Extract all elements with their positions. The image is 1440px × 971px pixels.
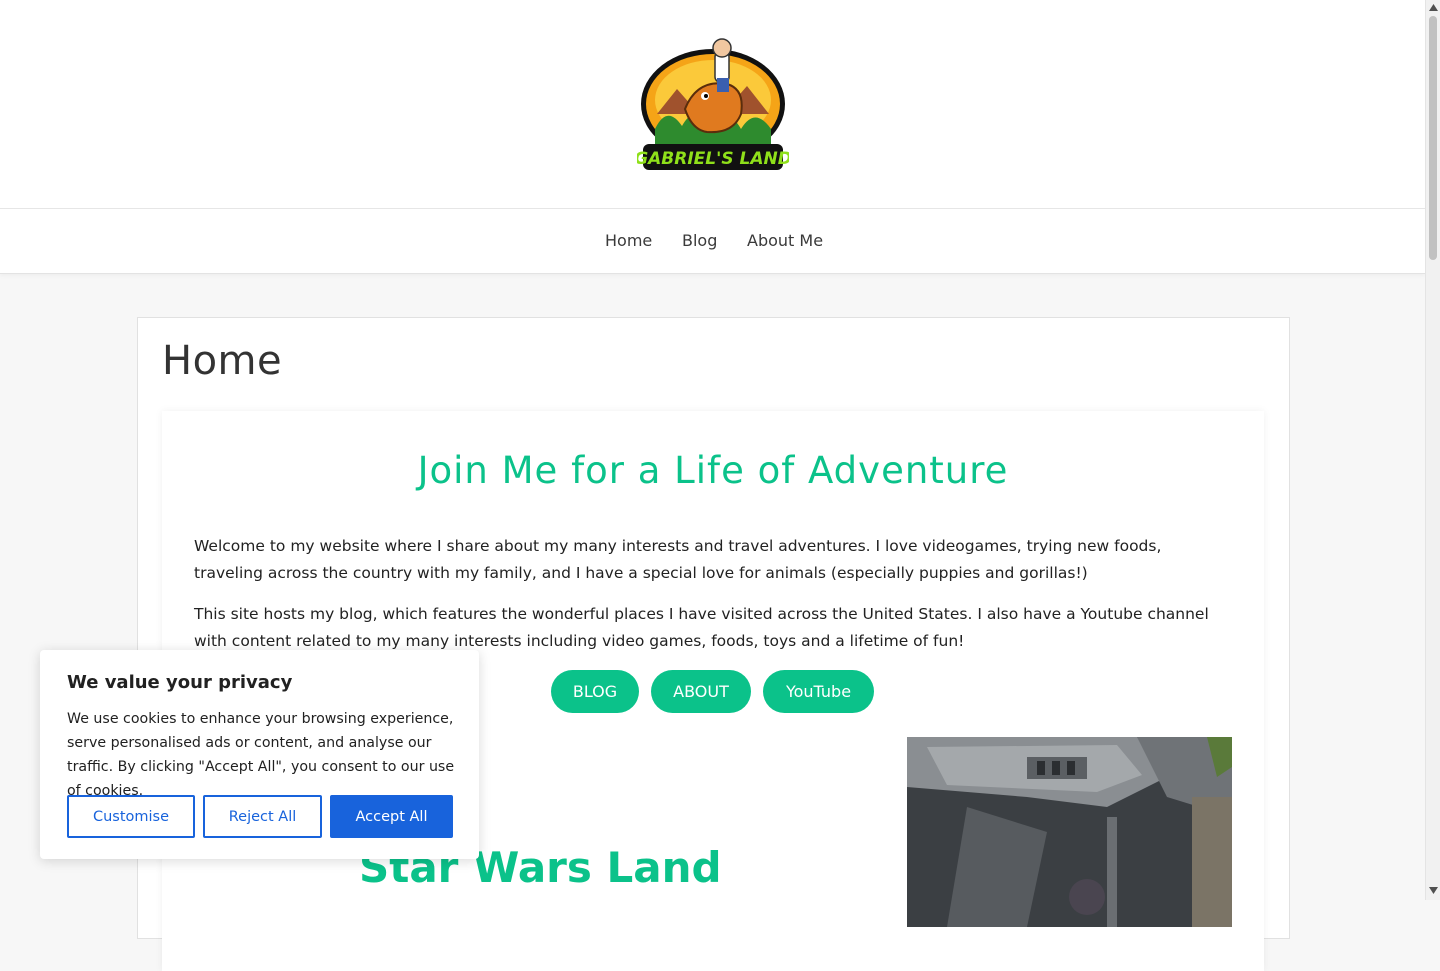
customise-button[interactable]: Customise — [67, 795, 195, 838]
site-header: GABRIEL'S LAND — [0, 0, 1425, 209]
scrollbar-thumb[interactable] — [1429, 16, 1437, 260]
scroll-up-arrow-icon[interactable] — [1429, 4, 1438, 11]
reject-all-button[interactable]: Reject All — [203, 795, 322, 838]
nav-item-home[interactable]: Home — [605, 231, 652, 250]
intro-paragraph: Welcome to my website where I share abou… — [194, 537, 1162, 582]
vertical-scrollbar[interactable] — [1425, 0, 1440, 900]
youtube-button[interactable]: YouTube — [763, 670, 874, 713]
hero-title: Join Me for a Life of Adventure — [417, 449, 1009, 492]
blog-paragraph: This site hosts my blog, which features … — [194, 605, 1209, 650]
page: GABRIEL'S LAND Home Blog About Me Home J… — [0, 0, 1425, 971]
accept-all-button[interactable]: Accept All — [330, 795, 453, 838]
scroll-down-arrow-icon[interactable] — [1429, 887, 1438, 894]
svg-text:GABRIEL'S LAND: GABRIEL'S LAND — [637, 149, 789, 169]
cookie-banner: We value your privacy We use cookies to … — [40, 650, 479, 859]
nav-item-about-me[interactable]: About Me — [747, 231, 823, 250]
nav-item-blog[interactable]: Blog — [682, 231, 717, 250]
star-wars-photo — [907, 737, 1232, 927]
blog-button[interactable]: BLOG — [551, 670, 639, 713]
site-logo[interactable]: GABRIEL'S LAND — [637, 34, 789, 174]
main-nav: Home Blog About Me — [0, 209, 1425, 274]
page-title: Home — [162, 338, 283, 384]
cookie-description: We use cookies to enhance your browsing … — [67, 711, 455, 799]
cookie-title: We value your privacy — [67, 672, 293, 693]
about-button[interactable]: ABOUT — [651, 670, 751, 713]
